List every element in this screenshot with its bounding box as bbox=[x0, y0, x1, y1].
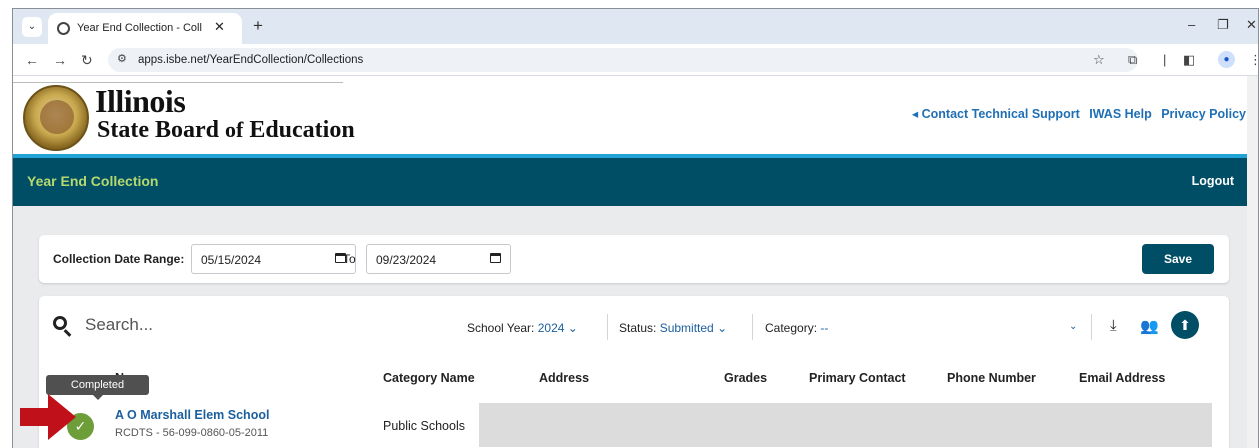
tab-search-chevron-icon[interactable]: ⌄ bbox=[22, 17, 42, 37]
save-button[interactable]: Save bbox=[1142, 244, 1214, 274]
download-icon[interactable]: ⤓ bbox=[1110, 317, 1117, 334]
col-email[interactable]: Email Address bbox=[1079, 371, 1165, 385]
tab-strip: ⌄ Year End Collection - Collection ✕ + –… bbox=[13, 9, 1258, 44]
url-text: apps.isbe.net/YearEndCollection/Collecti… bbox=[138, 54, 364, 66]
col-primary-contact[interactable]: Primary Contact bbox=[809, 371, 906, 385]
category-label: Category: bbox=[765, 321, 818, 335]
table-row[interactable]: ✓ A O Marshall Elem School RCDTS - 56-09… bbox=[39, 392, 1229, 448]
tab-title: Year End Collection - Collection bbox=[77, 22, 202, 34]
app-bar: Year End Collection Logout bbox=[13, 158, 1258, 206]
users-icon[interactable]: 👥 bbox=[1140, 317, 1159, 335]
main-content: Collection Date Range: 05/15/2024 To 09/… bbox=[13, 206, 1258, 448]
filter-divider bbox=[752, 314, 753, 340]
iwas-help-link[interactable]: IWAS Help bbox=[1089, 107, 1152, 121]
search-icon bbox=[53, 316, 67, 330]
url-input[interactable]: ⚙ apps.isbe.net/YearEndCollection/Collec… bbox=[108, 48, 1138, 72]
page-scrollbar[interactable] bbox=[1247, 76, 1258, 448]
to-label: To bbox=[343, 252, 356, 266]
table-header: Name Category Name Address Grades Primar… bbox=[39, 362, 1229, 392]
school-name-link[interactable]: A O Marshall Elem School bbox=[115, 408, 269, 422]
logo-subtitle-a: State Board bbox=[97, 117, 219, 143]
logo-title: Illinois bbox=[95, 83, 186, 119]
address-bar: ← → ↻ ⚙ apps.isbe.net/YearEndCollection/… bbox=[13, 44, 1258, 76]
filter-divider bbox=[1091, 314, 1092, 340]
row-placeholder-cells bbox=[479, 403, 1212, 447]
col-grades[interactable]: Grades bbox=[724, 371, 767, 385]
col-address[interactable]: Address bbox=[539, 371, 589, 385]
search-input[interactable]: Search... bbox=[85, 315, 153, 335]
profile-avatar-icon[interactable]: ● bbox=[1218, 51, 1235, 68]
col-phone[interactable]: Phone Number bbox=[947, 371, 1036, 385]
collections-list-card: Search... School Year: 2024 ⌄ Status: Su… bbox=[39, 296, 1229, 448]
status-value: Submitted bbox=[659, 321, 714, 335]
start-date-input[interactable]: 05/15/2024 bbox=[191, 244, 356, 274]
category-filter[interactable]: Category: -- bbox=[765, 321, 828, 335]
back-icon[interactable]: ← bbox=[25, 52, 39, 68]
browser-tab[interactable]: Year End Collection - Collection ✕ bbox=[48, 13, 242, 44]
globe-icon bbox=[57, 22, 70, 35]
privacy-policy-link[interactable]: Privacy Policy bbox=[1161, 107, 1246, 121]
extensions-icon[interactable]: ⧉ bbox=[1128, 52, 1137, 68]
end-date-input[interactable]: 09/23/2024 bbox=[366, 244, 511, 274]
reload-icon[interactable]: ↻ bbox=[81, 52, 93, 69]
site-header: Illinois State Board of Education ◂ Cont… bbox=[13, 76, 1258, 158]
chevron-down-icon: ⌄ bbox=[567, 321, 578, 335]
close-icon[interactable]: ✕ bbox=[214, 19, 225, 35]
category-cell: Public Schools bbox=[383, 419, 465, 433]
divider-icon: | bbox=[1163, 52, 1167, 67]
bookmark-star-icon[interactable]: ☆ bbox=[1093, 52, 1105, 68]
end-date-value: 09/23/2024 bbox=[376, 253, 437, 267]
status-tooltip: Completed bbox=[46, 375, 149, 400]
school-year-filter[interactable]: School Year: 2024 ⌄ bbox=[467, 321, 578, 335]
status-filter[interactable]: Status: Submitted ⌄ bbox=[619, 321, 727, 335]
forward-icon[interactable]: → bbox=[53, 52, 67, 68]
new-tab-icon[interactable]: + bbox=[253, 16, 263, 36]
contact-support-link[interactable]: ◂ Contact Technical Support bbox=[912, 107, 1080, 121]
restore-icon[interactable]: ❐ bbox=[1217, 17, 1229, 33]
start-date-value: 05/15/2024 bbox=[201, 253, 262, 267]
chevron-down-icon[interactable]: ⌄ bbox=[1069, 321, 1077, 332]
window-close-icon[interactable]: ✕ bbox=[1246, 17, 1257, 33]
chevron-down-icon: ⌄ bbox=[717, 321, 728, 335]
header-links: ◂ Contact Technical Support IWAS Help Pr… bbox=[906, 106, 1246, 121]
status-label: Status: bbox=[619, 321, 657, 335]
date-range-label: Collection Date Range: bbox=[53, 252, 185, 266]
more-menu-icon[interactable]: ⋮ bbox=[1249, 52, 1258, 68]
filter-divider bbox=[607, 314, 608, 340]
minimize-icon[interactable]: – bbox=[1188, 17, 1195, 32]
site-settings-icon[interactable]: ⚙ bbox=[117, 52, 127, 65]
logo-subtitle-b: of bbox=[225, 117, 244, 142]
logout-button[interactable]: Logout bbox=[1192, 174, 1234, 188]
rcdts-code: RCDTS - 56-099-0860-05-2011 bbox=[115, 427, 269, 439]
calendar-icon[interactable] bbox=[490, 253, 501, 263]
school-year-label: School Year: bbox=[467, 321, 535, 335]
arrow-shape bbox=[20, 394, 76, 440]
annotation-arrow-icon bbox=[20, 394, 76, 440]
category-value: -- bbox=[820, 321, 829, 335]
school-year-value: 2024 bbox=[537, 321, 565, 335]
browser-window: ⌄ Year End Collection - Collection ✕ + –… bbox=[12, 8, 1259, 448]
illinois-seal-logo bbox=[23, 85, 89, 151]
logo-subtitle-c: Education bbox=[249, 117, 355, 143]
logo-subtitle: State Board of Education bbox=[97, 117, 355, 144]
app-title[interactable]: Year End Collection bbox=[27, 173, 158, 189]
upload-icon[interactable]: ⬆ bbox=[1171, 311, 1199, 339]
date-range-card: Collection Date Range: 05/15/2024 To 09/… bbox=[39, 235, 1229, 283]
side-panel-icon[interactable]: ◧ bbox=[1183, 52, 1195, 68]
col-category[interactable]: Category Name bbox=[383, 371, 475, 385]
